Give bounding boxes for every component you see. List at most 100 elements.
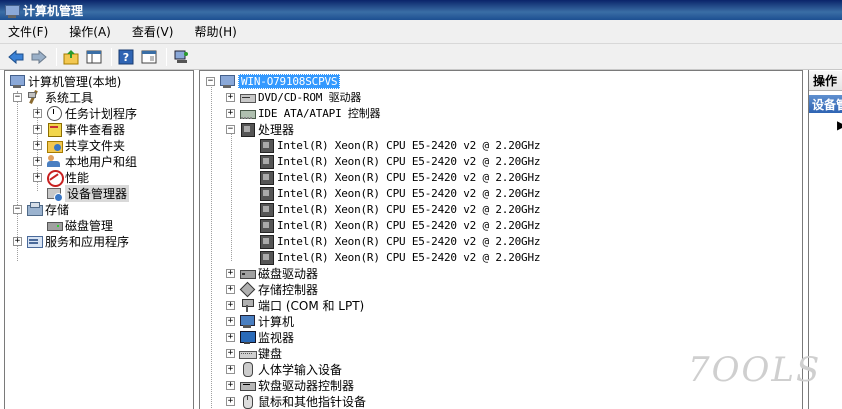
menu-file[interactable]: 文件(F) (6, 21, 50, 42)
tree-item-system-tools[interactable]: − 系统工具 (13, 89, 93, 105)
expand-icon[interactable]: + (226, 396, 235, 406)
expand-icon[interactable]: + (13, 236, 22, 246)
processor-icon (258, 249, 274, 265)
device-category[interactable]: + DVD/CD-ROM 驱动器 (226, 89, 361, 105)
device-category[interactable]: + IDE ATA/ATAPI 控制器 (226, 105, 381, 121)
expand-icon[interactable]: + (33, 108, 42, 118)
tree-label: 存储 (45, 202, 70, 217)
expand-icon[interactable]: + (226, 284, 235, 294)
menu-help[interactable]: 帮助(H) (192, 21, 238, 42)
toolbar-separator (56, 47, 57, 66)
processor-item[interactable]: Intel(R) Xeon(R) CPU E5-2420 v2 @ 2.20GH… (258, 137, 541, 153)
collapse-icon[interactable]: − (206, 76, 215, 86)
expand-icon[interactable]: + (33, 140, 42, 150)
processor-item[interactable]: Intel(R) Xeon(R) CPU E5-2420 v2 @ 2.20GH… (258, 249, 541, 265)
tree-label: 共享文件夹 (65, 138, 126, 153)
expand-icon[interactable]: + (226, 332, 235, 342)
tree-label: 系统工具 (45, 90, 94, 105)
computer-name: WIN-O79108SCPVS (238, 73, 341, 89)
device-category[interactable]: + 计算机 (226, 313, 294, 329)
device-category[interactable]: + 端口 (COM 和 LPT) (226, 297, 364, 313)
computer-icon (239, 313, 255, 329)
processor-label: Intel(R) Xeon(R) CPU E5-2420 v2 @ 2.20GH… (277, 186, 541, 200)
tree-item-performance[interactable]: + 性能 (33, 169, 90, 187)
toolbar: ? (0, 44, 842, 70)
tree-item-device-manager[interactable]: 设备管理器 (33, 184, 130, 202)
up-folder-icon[interactable] (61, 47, 81, 67)
console-tree-pane[interactable]: 计算机管理(本地) − 系统工具 + 任务计划程序 + 事件查看器 + 共享文件… (4, 70, 194, 409)
computer-management-icon (9, 73, 25, 89)
device-category[interactable]: + 软盘驱动器控制器 (226, 377, 354, 393)
tree-item-event-viewer[interactable]: + 事件查看器 (33, 121, 125, 137)
device-category[interactable]: + 人体学输入设备 (226, 361, 342, 377)
tree-label: 性能 (65, 170, 90, 185)
processor-item[interactable]: Intel(R) Xeon(R) CPU E5-2420 v2 @ 2.20GH… (258, 201, 541, 217)
collapse-icon[interactable]: − (13, 92, 22, 102)
device-category[interactable]: + 磁盘驱动器 (226, 265, 318, 281)
expand-icon[interactable]: + (33, 172, 42, 182)
expand-icon[interactable]: + (226, 364, 235, 374)
tree-item-computer-management[interactable]: 计算机管理(本地) (9, 73, 121, 89)
dvd-drive-icon (239, 89, 256, 105)
collapse-icon[interactable]: − (226, 124, 235, 134)
expand-icon[interactable]: + (226, 300, 235, 310)
services-icon (26, 233, 43, 249)
expand-icon[interactable]: + (33, 156, 42, 166)
actions-pane: 操作 设备管理器 ▶ (808, 70, 842, 409)
event-viewer-icon (46, 121, 62, 137)
device-scan-icon[interactable] (171, 47, 191, 67)
device-category[interactable]: + 监视器 (226, 329, 294, 345)
more-actions-icon[interactable]: ▶ (837, 118, 842, 132)
menu-action[interactable]: 操作(A) (67, 21, 113, 42)
keyboard-icon (239, 345, 257, 361)
device-category[interactable]: + 存储控制器 (226, 281, 318, 297)
processor-label: Intel(R) Xeon(R) CPU E5-2420 v2 @ 2.20GH… (277, 154, 541, 168)
processor-item[interactable]: Intel(R) Xeon(R) CPU E5-2420 v2 @ 2.20GH… (258, 169, 541, 185)
device-category-label: IDE ATA/ATAPI 控制器 (258, 107, 381, 120)
tree-item-storage[interactable]: − 存储 (13, 201, 69, 217)
show-hide-tree-icon[interactable] (84, 47, 104, 67)
help-icon[interactable]: ? (116, 47, 136, 67)
tree-item-task-scheduler[interactable]: + 任务计划程序 (33, 105, 137, 121)
processor-label: Intel(R) Xeon(R) CPU E5-2420 v2 @ 2.20GH… (277, 138, 541, 152)
forward-arrow-icon[interactable] (29, 47, 49, 67)
properties-icon[interactable] (139, 47, 159, 67)
processor-item[interactable]: Intel(R) Xeon(R) CPU E5-2420 v2 @ 2.20GH… (258, 233, 541, 249)
expand-icon[interactable]: + (226, 348, 235, 358)
window-title: 计算机管理 (23, 3, 84, 18)
device-root[interactable]: − WIN-O79108SCPVS (206, 73, 341, 89)
tree-item-shared-folders[interactable]: + 共享文件夹 (33, 137, 125, 153)
expand-icon[interactable]: + (33, 124, 42, 134)
processor-icon (258, 185, 274, 201)
expand-icon[interactable]: + (226, 268, 235, 278)
processor-icon (258, 153, 274, 169)
device-tree-pane[interactable]: − WIN-O79108SCPVS + DVD/CD-ROM 驱动器 + IDE… (199, 70, 803, 409)
tree-item-disk-management[interactable]: 磁盘管理 (33, 217, 113, 233)
processor-item[interactable]: Intel(R) Xeon(R) CPU E5-2420 v2 @ 2.20GH… (258, 217, 541, 233)
processor-label: Intel(R) Xeon(R) CPU E5-2420 v2 @ 2.20GH… (277, 234, 541, 248)
tree-label: 事件查看器 (65, 122, 126, 137)
device-category[interactable]: + 鼠标和其他指针设备 (226, 393, 366, 409)
menu-view[interactable]: 查看(V) (130, 21, 176, 42)
tree-item-local-users[interactable]: + 本地用户和组 (33, 153, 137, 169)
collapse-icon[interactable]: − (13, 204, 22, 214)
device-category-label: DVD/CD-ROM 驱动器 (258, 91, 362, 104)
processor-item[interactable]: Intel(R) Xeon(R) CPU E5-2420 v2 @ 2.20GH… (258, 185, 541, 201)
processor-icon (258, 137, 274, 153)
expand-icon[interactable]: + (226, 380, 235, 390)
processor-item[interactable]: Intel(R) Xeon(R) CPU E5-2420 v2 @ 2.20GH… (258, 153, 541, 169)
processor-icon (258, 169, 274, 185)
expand-icon[interactable]: + (226, 108, 235, 118)
tree-label: 设备管理器 (65, 184, 130, 202)
device-category-label: 鼠标和其他指针设备 (258, 394, 367, 409)
hid-icon (239, 361, 255, 377)
expand-icon[interactable]: + (226, 92, 235, 102)
actions-section-device-manager[interactable]: 设备管理器 (809, 95, 842, 113)
back-arrow-icon[interactable] (6, 47, 26, 67)
tree-item-services-apps[interactable]: + 服务和应用程序 (13, 233, 129, 249)
device-category[interactable]: + 键盘 (226, 345, 282, 361)
device-category[interactable]: − 处理器 (226, 121, 294, 137)
shared-folder-icon (46, 137, 63, 153)
expand-icon[interactable]: + (226, 316, 235, 326)
monitor-icon (239, 329, 256, 345)
